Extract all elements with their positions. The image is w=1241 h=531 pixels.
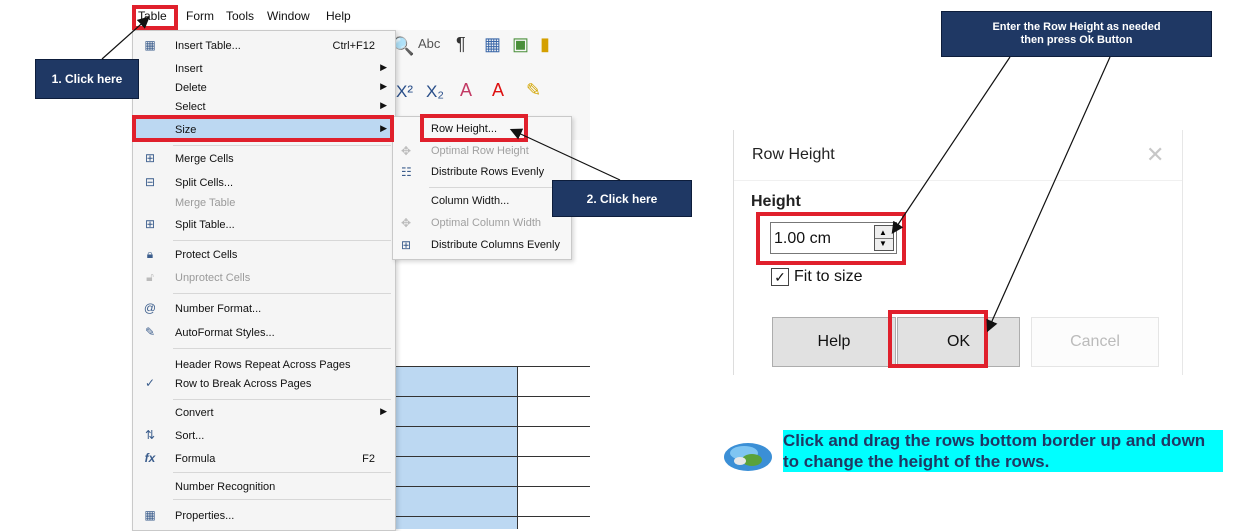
fit-to-size-checkbox[interactable]: ✓ (771, 268, 789, 286)
menu-help[interactable]: Help (326, 9, 351, 23)
distribute-rows-icon: ☷ (401, 165, 412, 179)
highlight-height-input (756, 212, 906, 265)
height-label: Height (751, 193, 801, 210)
menu-item-convert[interactable]: Convert ▶ (133, 402, 395, 425)
submenu-item-optimal-row-height[interactable]: ✥ Optimal Row Height (393, 141, 571, 163)
menu-item-number-recognition[interactable]: Number Recognition (133, 476, 395, 499)
pilcrow-icon[interactable]: ¶ (456, 34, 466, 55)
menu-item-split-table[interactable]: ⊞ Split Table... (133, 214, 395, 237)
subscript-icon[interactable]: X₂ (426, 82, 444, 102)
protect-cells-icon: 🔒︎ (146, 247, 154, 261)
split-cells-icon: ⊟ (144, 175, 156, 189)
menu-item-insert-table[interactable]: ▦ Insert Table... Ctrl+F12 (133, 35, 395, 58)
submenu-item-column-width[interactable]: Column Width... (393, 191, 571, 213)
callout-step2: 2. Click here (552, 180, 692, 217)
menu-item-formula[interactable]: fx Formula F2 (133, 448, 395, 471)
menubar: Table Form Tools Window Help (120, 0, 590, 30)
mouse-icon (722, 440, 774, 474)
table-border (385, 396, 590, 397)
help-button[interactable]: Help (772, 317, 896, 367)
callout-step1: 1. Click here (35, 59, 139, 99)
menu-form[interactable]: Form (186, 9, 214, 23)
submenu-item-distribute-columns[interactable]: ⊞ Distribute Columns Evenly (393, 235, 571, 257)
menu-item-merge-cells[interactable]: ⊞ Merge Cells (133, 148, 395, 171)
menu-divider (429, 187, 567, 188)
table-border (517, 366, 518, 529)
submenu-arrow-icon: ▶ (380, 62, 387, 72)
fit-to-size-label: Fit to size (794, 268, 863, 285)
table-border (385, 456, 590, 457)
document-table (385, 366, 590, 529)
callout-dialog-hint: Enter the Row Height as needed then pres… (941, 11, 1212, 57)
table-border (385, 486, 590, 487)
menu-item-autoformat[interactable]: ✎ AutoFormat Styles... (133, 322, 395, 345)
menu-item-properties[interactable]: ▦ Properties... (133, 505, 395, 528)
submenu-arrow-icon: ▶ (380, 406, 387, 416)
submenu-item-optimal-column-width[interactable]: ✥ Optimal Column Width (393, 213, 571, 235)
tip-text: Click and drag the rows bottom border up… (783, 430, 1223, 472)
highlight-row-height-item (420, 114, 528, 142)
superscript-icon[interactable]: X² (396, 82, 413, 102)
menu-divider (173, 348, 391, 349)
menu-divider (173, 399, 391, 400)
highlight-icon[interactable]: ✎ (526, 80, 541, 101)
menu-item-unprotect-cells[interactable]: 🔓︎ Unprotect Cells (133, 267, 395, 290)
table-icon[interactable]: ▦ (484, 34, 501, 55)
image-icon[interactable]: ▣ (512, 34, 529, 55)
submenu-arrow-icon: ▶ (380, 81, 387, 91)
table-menu: ▦ Insert Table... Ctrl+F12 Insert ▶ Dele… (132, 30, 396, 531)
sort-icon: ⇅ (144, 428, 156, 442)
check-icon: ✓ (144, 376, 156, 390)
submenu-arrow-icon: ▶ (380, 100, 387, 110)
table-border (385, 516, 590, 517)
chart-icon[interactable]: ▮ (540, 34, 550, 55)
menu-tools[interactable]: Tools (226, 9, 254, 23)
menu-divider (173, 240, 391, 241)
menu-divider (173, 293, 391, 294)
highlight-table-menu (132, 5, 178, 30)
menu-item-merge-table[interactable]: Merge Table (133, 192, 395, 215)
merge-cells-icon: ⊞ (144, 151, 156, 165)
cancel-button[interactable]: Cancel (1031, 317, 1159, 367)
optimal-row-height-icon: ✥ (401, 144, 412, 158)
split-table-icon: ⊞ (144, 217, 156, 231)
highlight-size-item (132, 115, 394, 142)
table-border (385, 426, 590, 427)
number-format-icon: @ (143, 301, 157, 315)
unprotect-cells-icon: 🔓︎ (146, 270, 154, 284)
formula-icon: fx (144, 451, 156, 465)
menu-divider (173, 499, 391, 500)
insert-table-icon: ▦ (144, 38, 156, 52)
dialog-title: Row Height (752, 146, 835, 163)
menu-item-protect-cells[interactable]: 🔒︎ Protect Cells (133, 244, 395, 267)
font-color-icon[interactable]: A (492, 80, 504, 101)
menu-item-sort[interactable]: ⇅ Sort... (133, 425, 395, 448)
menu-divider (173, 472, 391, 473)
table-border (385, 366, 590, 367)
highlight-ok-button (888, 310, 988, 368)
distribute-columns-icon: ⊞ (401, 238, 412, 252)
submenu-item-distribute-rows[interactable]: ☷ Distribute Rows Evenly (393, 162, 571, 184)
optimal-column-width-icon: ✥ (401, 216, 412, 230)
menu-divider (173, 145, 391, 146)
selected-column (385, 366, 517, 529)
menu-window[interactable]: Window (267, 9, 310, 23)
menu-item-number-format[interactable]: @ Number Format... (133, 298, 395, 321)
menu-item-row-to-break[interactable]: ✓ Row to Break Across Pages (133, 373, 395, 396)
properties-icon: ▦ (144, 508, 156, 522)
dialog-header-divider (734, 180, 1182, 181)
autoformat-icon: ✎ (144, 325, 156, 339)
clear-format-icon[interactable]: A (460, 80, 472, 101)
close-icon[interactable]: ✕ (1146, 142, 1164, 168)
spellcheck-icon[interactable]: Abc (418, 36, 440, 51)
